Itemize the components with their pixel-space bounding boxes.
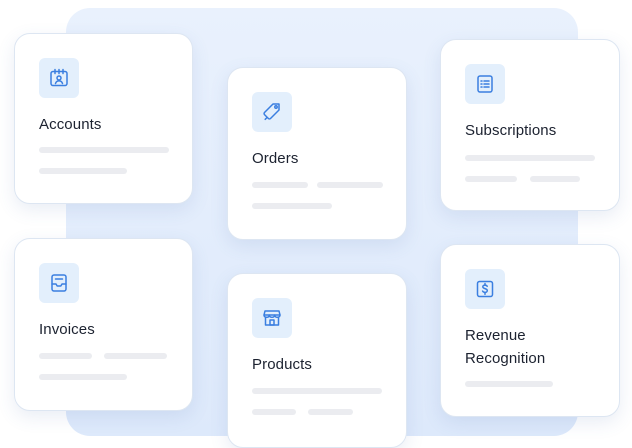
tag-icon xyxy=(252,92,292,132)
placeholder-line xyxy=(530,176,580,182)
card-revenue-recognition[interactable]: Revenue Recognition xyxy=(440,244,620,417)
placeholder-line xyxy=(465,381,553,387)
placeholder-line xyxy=(317,182,383,188)
card-title: Subscriptions xyxy=(465,122,557,139)
dollar-bill-icon xyxy=(465,269,505,309)
card-title: Orders xyxy=(252,150,299,167)
card-subscriptions[interactable]: Subscriptions xyxy=(440,39,620,211)
inbox-tray-icon xyxy=(39,263,79,303)
card-accounts[interactable]: Accounts xyxy=(14,33,193,204)
placeholder-line xyxy=(308,409,353,415)
list-icon xyxy=(465,64,505,104)
placeholder-line xyxy=(252,409,296,415)
placeholder-line xyxy=(252,203,332,209)
placeholder-line xyxy=(252,388,382,394)
placeholder-line xyxy=(39,147,169,153)
placeholder-line xyxy=(465,176,517,182)
card-title: Revenue Recognition xyxy=(465,327,546,367)
card-orders[interactable]: Orders xyxy=(227,67,407,240)
card-title: Products xyxy=(252,356,312,373)
storefront-icon xyxy=(252,298,292,338)
placeholder-line xyxy=(39,168,127,174)
placeholder-line xyxy=(39,374,127,380)
placeholder-line xyxy=(39,353,92,359)
card-products[interactable]: Products xyxy=(227,273,407,448)
card-invoices[interactable]: Invoices xyxy=(14,238,193,411)
placeholder-line xyxy=(104,353,167,359)
card-title: Accounts xyxy=(39,116,102,133)
placeholder-line xyxy=(465,155,595,161)
calendar-user-icon xyxy=(39,58,79,98)
card-title: Invoices xyxy=(39,321,95,338)
placeholder-line xyxy=(252,182,308,188)
